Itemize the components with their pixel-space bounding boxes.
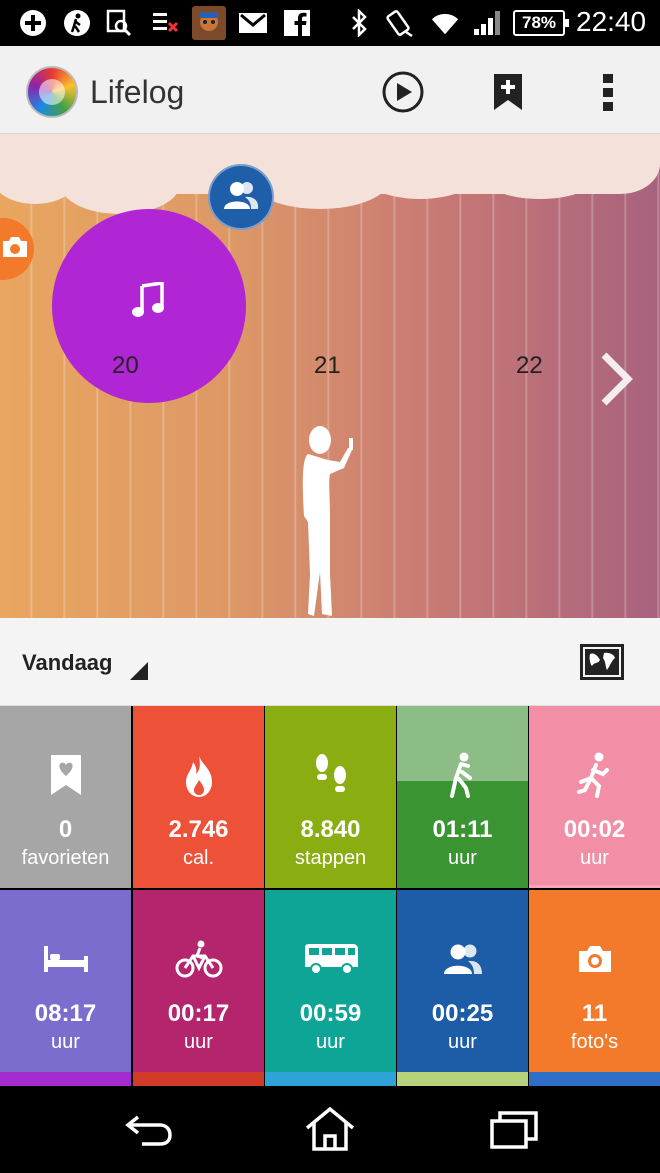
tile-value: 00:59	[299, 1000, 362, 1027]
tile-unit: uur	[184, 1031, 213, 1053]
tile-photos[interactable]: 11 foto's	[529, 890, 660, 1072]
tile-peek	[0, 1072, 131, 1086]
list-error-icon	[150, 8, 180, 38]
overflow-menu-icon[interactable]	[586, 70, 630, 114]
day-label[interactable]: 22	[516, 352, 543, 380]
back-icon[interactable]	[118, 1106, 178, 1152]
wifi-icon	[430, 8, 460, 38]
tiles-next-row	[0, 1072, 660, 1086]
action-bar: Lifelog	[0, 46, 660, 134]
search-doc-icon	[104, 8, 134, 38]
day-label[interactable]: 21	[314, 352, 341, 380]
bicycle-icon	[133, 934, 264, 984]
clock: 22:40	[576, 6, 647, 37]
camera-icon	[1, 235, 29, 264]
footsteps-icon	[265, 750, 396, 800]
tile-unit: stappen	[294, 847, 367, 869]
tile-unit: cal.	[182, 847, 215, 869]
tile-social[interactable]: 00:25 uur	[397, 890, 528, 1072]
navigation-bar	[0, 1086, 660, 1173]
tile-unit: uur	[580, 847, 609, 869]
tile-value: 8.840	[300, 816, 361, 843]
tile-value: 08:17	[34, 1000, 97, 1027]
gmail-icon	[238, 8, 268, 38]
tile-unit: uur	[448, 1031, 477, 1053]
music-note-icon	[132, 280, 166, 323]
tile-value: 00:25	[431, 1000, 494, 1027]
cloud-bump	[360, 144, 480, 199]
tile-peek	[529, 1072, 660, 1086]
music-bubble[interactable]	[52, 209, 246, 403]
tile-value: 2.746	[168, 816, 229, 843]
tile-unit: uur	[316, 1031, 345, 1053]
plus-notification-icon	[18, 8, 48, 38]
signal-icon	[472, 8, 502, 38]
tile-value: 00:02	[563, 816, 626, 843]
tile-steps[interactable]: 8.840 stappen	[265, 706, 396, 888]
people-bubble[interactable]	[208, 164, 274, 230]
day-label[interactable]: 20	[112, 352, 139, 380]
chevron-right-icon[interactable]	[596, 349, 636, 409]
activity-tiles: 0 favorieten 2.746 cal. 8.840 stappen 01…	[0, 706, 660, 1072]
running-icon	[529, 750, 660, 800]
tile-peek	[265, 1072, 396, 1086]
tile-peek	[133, 1072, 264, 1086]
tile-transport[interactable]: 00:59 uur	[265, 890, 396, 1072]
tile-calories[interactable]: 2.746 cal.	[133, 706, 264, 888]
lifelog-walk-icon	[62, 8, 92, 38]
cloud-bump	[480, 149, 600, 199]
lifelog-logo-icon[interactable]	[26, 66, 78, 118]
tile-value: 11	[581, 1000, 608, 1027]
date-header: Vandaag	[0, 618, 660, 706]
tile-unit: uur	[448, 847, 477, 869]
camera-icon	[529, 934, 660, 984]
tile-unit: uur	[51, 1031, 80, 1053]
tile-value: 00:17	[167, 1000, 230, 1027]
tile-value: 0	[58, 816, 73, 843]
play-circle-icon[interactable]	[381, 70, 425, 114]
bluetooth-icon	[344, 8, 374, 38]
facebook-icon	[282, 8, 312, 38]
battery-indicator: 78%	[513, 10, 569, 36]
tile-sleep[interactable]: 08:17 uur	[0, 890, 131, 1072]
status-bar: 78% 22:40	[0, 0, 660, 46]
game-notification-icon	[192, 6, 226, 40]
walking-icon	[397, 750, 528, 800]
tile-walking[interactable]: 01:11 uur	[397, 706, 528, 888]
timeline-view[interactable]: 20 21 22	[0, 134, 660, 618]
tile-value: 01:11	[432, 816, 493, 843]
cloud-bump	[60, 154, 180, 214]
bookmark-heart-icon	[0, 750, 131, 800]
person-silhouette-icon	[300, 424, 364, 618]
flame-icon	[133, 750, 264, 800]
people-icon	[223, 180, 259, 215]
bus-icon	[265, 934, 396, 984]
home-icon[interactable]	[300, 1106, 360, 1152]
recent-apps-icon[interactable]	[484, 1106, 544, 1152]
screen-rotation-icon	[384, 8, 414, 38]
bookmark-add-icon[interactable]	[486, 70, 530, 114]
bed-icon	[0, 934, 131, 984]
tile-peek	[397, 1072, 528, 1086]
world-map-icon[interactable]	[580, 644, 624, 680]
dropdown-caret-icon[interactable]	[130, 662, 148, 680]
tile-cycling[interactable]: 00:17 uur	[133, 890, 264, 1072]
tile-favorites[interactable]: 0 favorieten	[0, 706, 131, 888]
app-title: Lifelog	[90, 74, 185, 110]
tile-unit: favorieten	[21, 847, 110, 869]
tile-running[interactable]: 00:02 uur	[529, 706, 660, 888]
tile-unit: foto's	[570, 1031, 619, 1053]
people-icon	[397, 934, 528, 984]
date-selector[interactable]: Vandaag	[22, 650, 112, 676]
